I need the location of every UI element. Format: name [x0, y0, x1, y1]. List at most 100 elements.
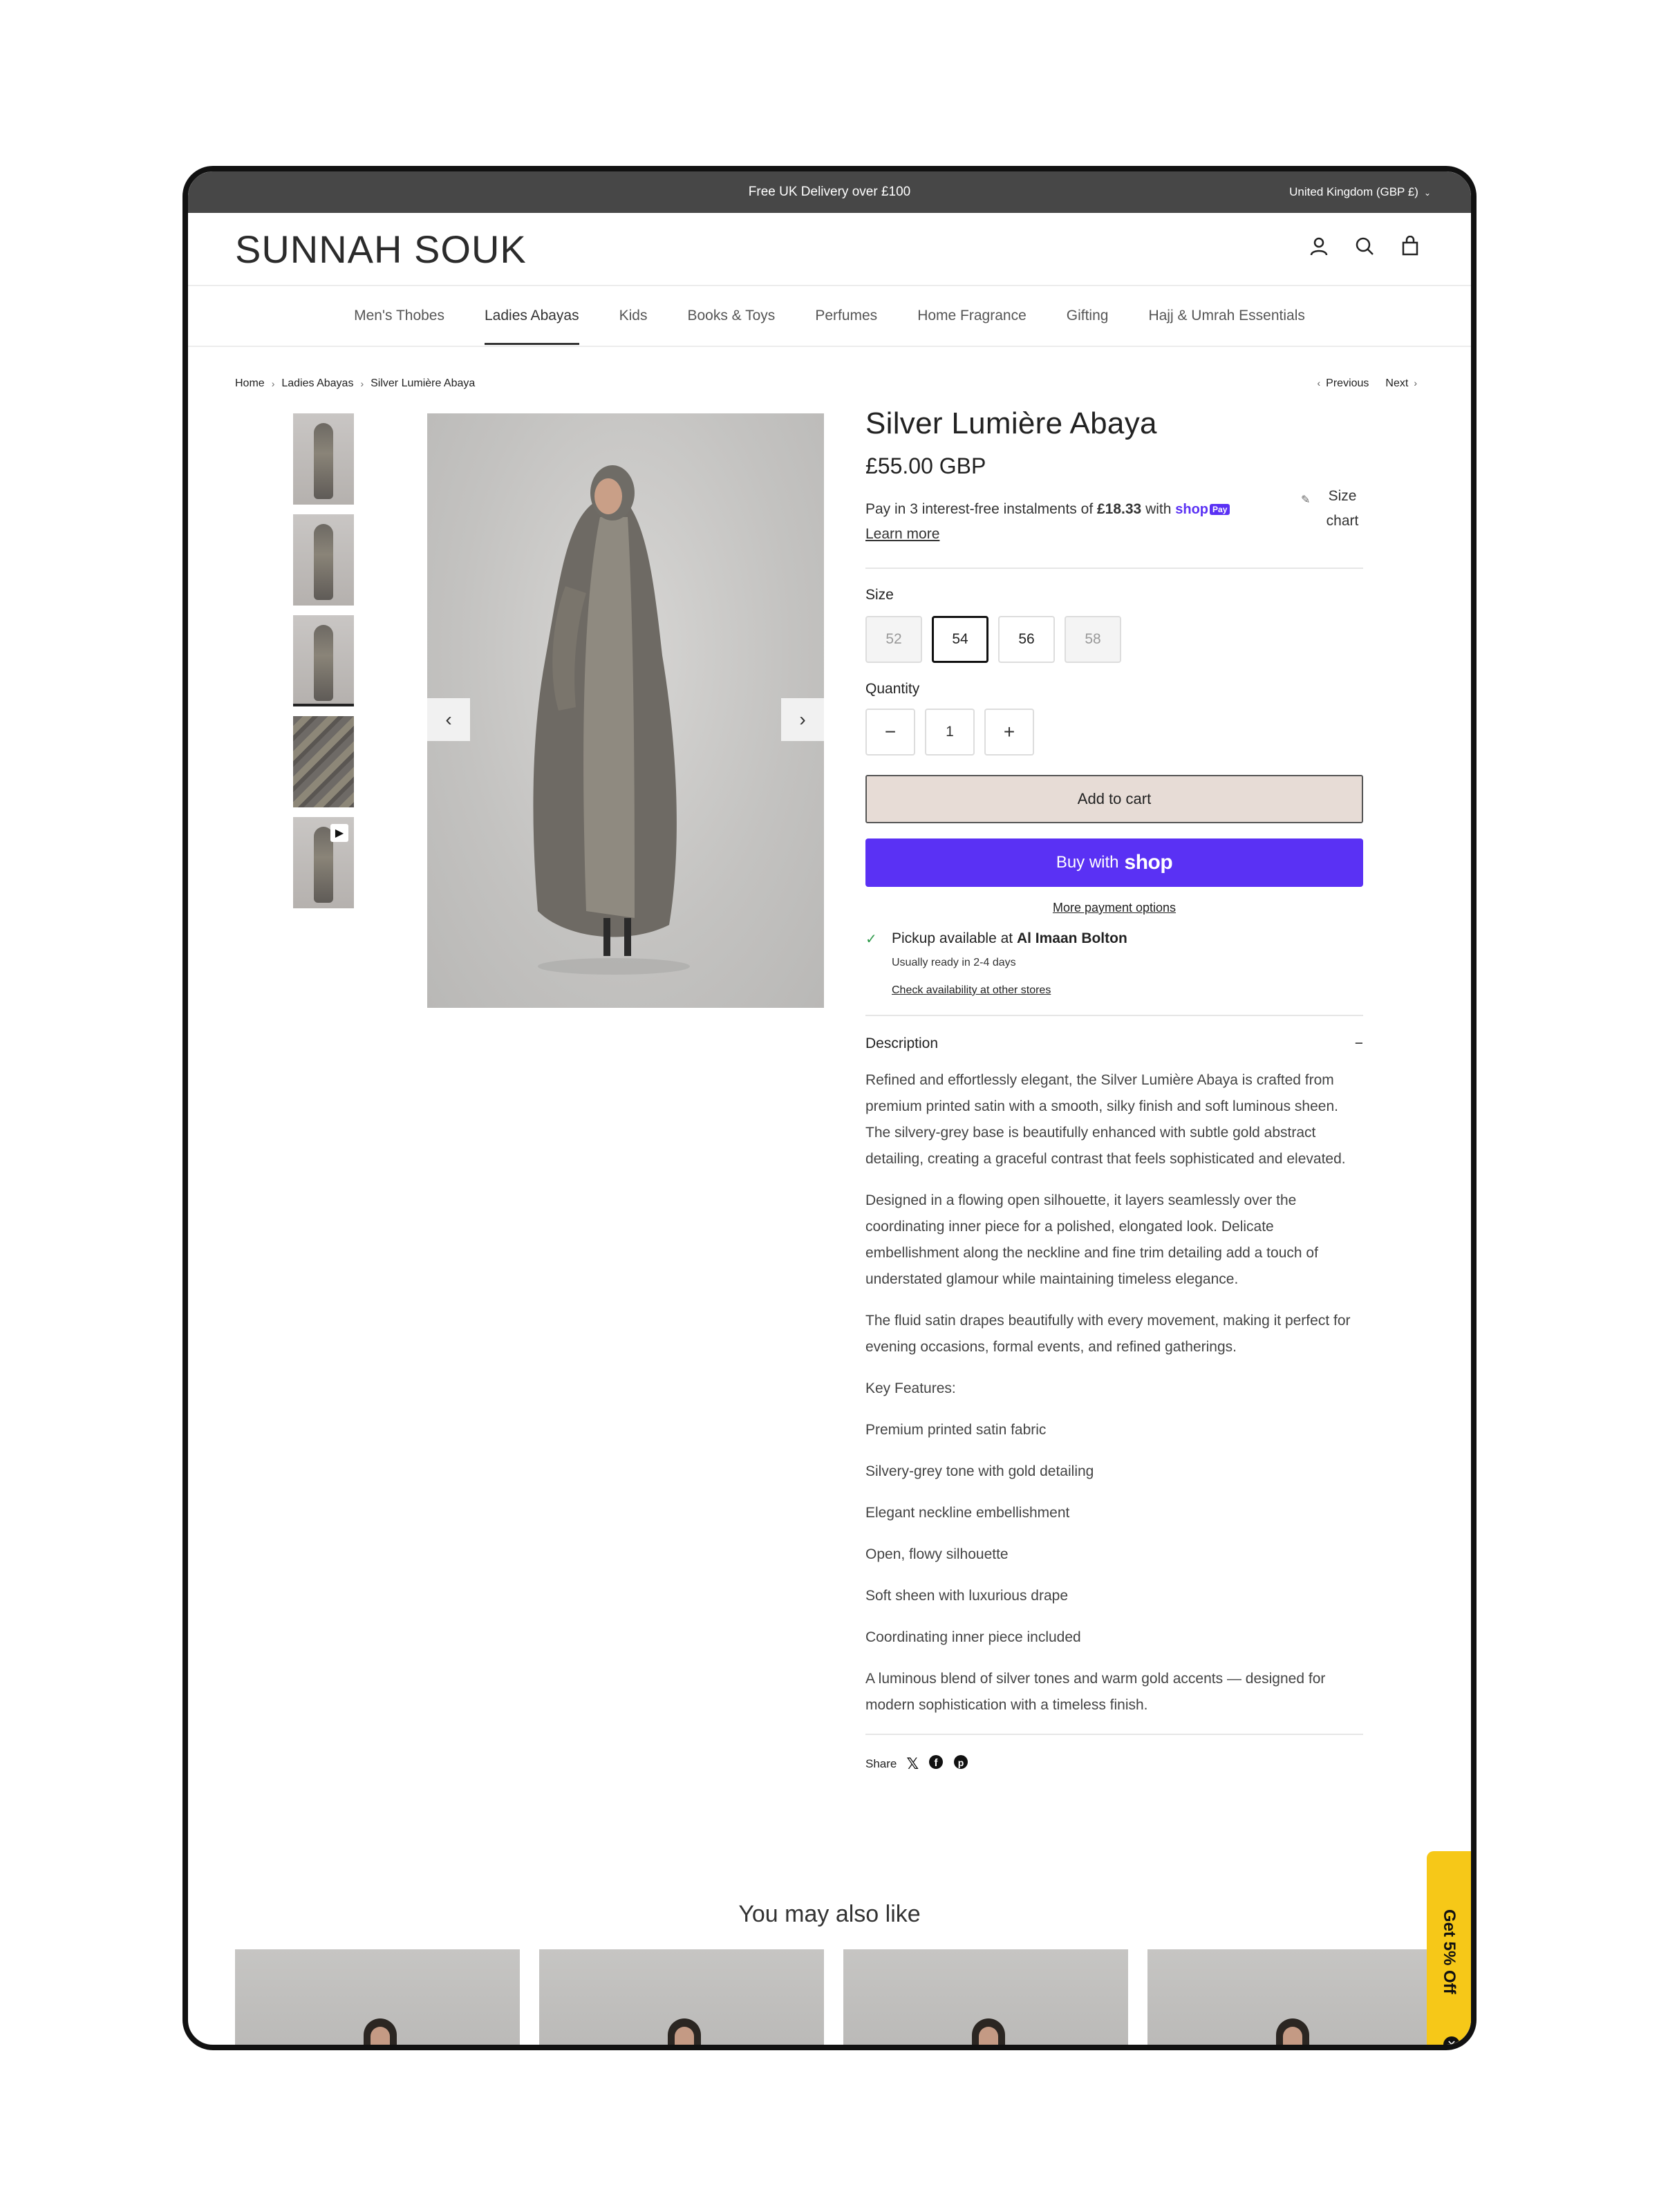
- minus-icon: −: [1354, 1035, 1363, 1051]
- gallery-prev-button[interactable]: ‹: [427, 698, 470, 741]
- description-body: Refined and effortlessly elegant, the Si…: [865, 1067, 1363, 1718]
- pinterest-icon[interactable]: p: [953, 1754, 968, 1773]
- feature-item: Soft sheen with luxurious drape: [865, 1588, 1069, 1604]
- thumbnail-4[interactable]: [293, 716, 354, 807]
- product-pager: ‹ Previous Next ›: [1312, 377, 1423, 390]
- learn-more-link[interactable]: Learn more: [865, 526, 939, 542]
- shop-logo: shop: [1124, 851, 1173, 874]
- region-label: United Kingdom (GBP £): [1289, 185, 1418, 198]
- description-toggle[interactable]: Description −: [865, 1035, 1363, 1052]
- share-label: Share: [865, 1756, 897, 1770]
- thumbnail-3[interactable]: [293, 615, 354, 706]
- chevron-right-icon: ›: [360, 378, 364, 389]
- description-paragraph: Refined and effortlessly elegant, the Si…: [865, 1072, 1346, 1167]
- nav-item-home-fragrance[interactable]: Home Fragrance: [917, 287, 1027, 345]
- buy-with-label: Buy with: [1056, 853, 1119, 872]
- site-header: SUNNAH SOUK: [188, 213, 1471, 286]
- nav-item-books-toys[interactable]: Books & Toys: [687, 287, 775, 345]
- size-label: Size: [865, 587, 894, 603]
- thumbnail-1[interactable]: [293, 413, 354, 505]
- pickup-prefix: Pickup available at: [892, 930, 1017, 946]
- nav-item-ladies-abayas[interactable]: Ladies Abayas: [485, 287, 579, 345]
- announcement-text: Free UK Delivery over £100: [748, 185, 911, 199]
- breadcrumb-home[interactable]: Home: [235, 377, 265, 390]
- size-chart-link[interactable]: ✎ Size chart: [1301, 484, 1363, 534]
- product-card[interactable]: [843, 1949, 1128, 2045]
- breadcrumb-current: Silver Lumière Abaya: [371, 377, 476, 389]
- discount-popup-tab[interactable]: Get 5% Off: [1427, 1851, 1471, 2045]
- account-icon[interactable]: [1306, 234, 1331, 259]
- divider: [865, 568, 1363, 569]
- chevron-right-icon: ›: [271, 378, 275, 389]
- previous-link[interactable]: ‹ Previous: [1312, 377, 1369, 390]
- quantity-stepper: − 1 +: [865, 709, 1363, 756]
- close-icon[interactable]: ✕: [1443, 2036, 1460, 2045]
- feature-item: Silvery-grey tone with gold detailing: [865, 1463, 1094, 1479]
- quantity-input[interactable]: 1: [925, 709, 975, 756]
- product-price: £55.00 GBP: [865, 453, 986, 478]
- size-option-58[interactable]: 58: [1065, 616, 1121, 663]
- thumbnail-video[interactable]: ▶: [293, 817, 354, 908]
- description-label: Description: [865, 1035, 939, 1051]
- product-card[interactable]: [1147, 1949, 1432, 2045]
- chevron-right-icon: ›: [1414, 377, 1417, 388]
- region-selector[interactable]: United Kingdom (GBP £) ⌄: [1289, 171, 1431, 214]
- chevron-left-icon: ‹: [1317, 377, 1321, 388]
- product-card-image-detail: [1283, 2027, 1302, 2045]
- cart-icon[interactable]: [1398, 234, 1423, 259]
- size-options: 52 54 56 58: [865, 616, 1363, 663]
- shop-pay-text: shop: [1175, 502, 1209, 517]
- nav-item-mens-thobes[interactable]: Men's Thobes: [354, 287, 444, 345]
- nav-item-perfumes[interactable]: Perfumes: [815, 287, 877, 345]
- check-availability-link[interactable]: Check availability at other stores: [892, 984, 1363, 997]
- installments-prefix: Pay in 3 interest-free instalments of: [865, 501, 1097, 517]
- product-thumbnail-image: [314, 524, 333, 600]
- nav-item-gifting[interactable]: Gifting: [1067, 287, 1109, 345]
- product-title: Silver Lumière Abaya: [865, 406, 1157, 440]
- thumbnail-strip: ▶: [293, 413, 354, 918]
- product-thumbnail-image: [314, 625, 333, 701]
- announcement-bar: Free UK Delivery over £100 United Kingdo…: [188, 171, 1471, 213]
- x-icon[interactable]: 𝕏: [906, 1755, 919, 1773]
- nav-item-hajj-umrah[interactable]: Hajj & Umrah Essentials: [1148, 287, 1304, 345]
- browser-frame: Free UK Delivery over £100 United Kingdo…: [182, 166, 1477, 2050]
- shop-pay-badge: Pay: [1210, 504, 1230, 515]
- discount-label: Get 5% Off: [1440, 1909, 1459, 1994]
- more-payment-options-link[interactable]: More payment options: [865, 901, 1363, 915]
- add-to-cart-button[interactable]: Add to cart: [865, 775, 1363, 823]
- quantity-label: Quantity: [865, 681, 920, 697]
- search-icon[interactable]: [1352, 234, 1377, 259]
- pickup-ready-time: Usually ready in 2-4 days: [892, 957, 1016, 968]
- nav-item-kids[interactable]: Kids: [619, 287, 648, 345]
- product-card-image-detail: [675, 2027, 694, 2045]
- breadcrumb-category[interactable]: Ladies Abayas: [281, 377, 353, 390]
- thumbnail-2[interactable]: [293, 514, 354, 606]
- next-link[interactable]: Next ›: [1385, 377, 1423, 390]
- buy-with-shop-button[interactable]: Buy with shop: [865, 838, 1363, 887]
- play-icon: ▶: [330, 824, 348, 842]
- product-thumbnail-image: [314, 423, 333, 499]
- related-products-title: You may also like: [738, 1901, 921, 1927]
- share-row: Share 𝕏 f p: [865, 1754, 1363, 1773]
- gallery-next-button[interactable]: ›: [781, 698, 824, 741]
- size-option-52[interactable]: 52: [865, 616, 922, 663]
- shop-pay-logo: shop Pay: [1175, 502, 1230, 517]
- decrease-quantity-button[interactable]: −: [865, 709, 915, 756]
- product-card[interactable]: [539, 1949, 824, 2045]
- increase-quantity-button[interactable]: +: [984, 709, 1034, 756]
- previous-label: Previous: [1326, 377, 1369, 389]
- divider: [865, 1734, 1363, 1735]
- installments-info: Pay in 3 interest-free instalments of £1…: [865, 497, 1280, 547]
- facebook-icon[interactable]: f: [928, 1754, 944, 1773]
- related-products: [235, 1949, 1432, 2045]
- check-icon: ✓: [865, 932, 877, 947]
- size-option-54[interactable]: 54: [932, 616, 988, 663]
- size-option-56[interactable]: 56: [998, 616, 1055, 663]
- product-card[interactable]: [235, 1949, 520, 2045]
- product-info: Silver Lumière Abaya £55.00 GBP Pay in 3…: [865, 406, 1363, 1773]
- feature-item: Elegant neckline embellishment: [865, 1505, 1070, 1521]
- size-chart-label: Size chart: [1326, 488, 1359, 529]
- next-label: Next: [1385, 377, 1409, 389]
- logo[interactable]: SUNNAH SOUK: [235, 227, 527, 272]
- ruler-icon: ✎: [1301, 494, 1311, 506]
